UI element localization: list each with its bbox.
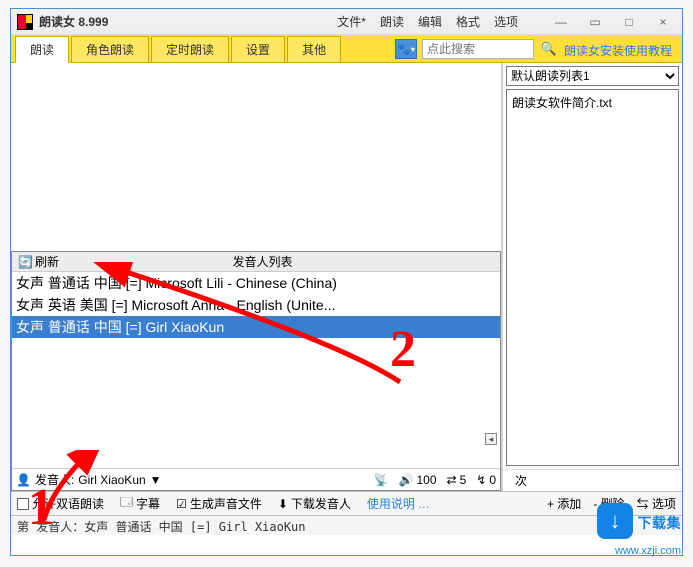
title-bar: 朗读女 8.999 文件* 朗读 编辑 格式 选项 — ▭ □ × (11, 9, 682, 35)
play-count-label: 次 (515, 472, 527, 489)
speed-icon: ⇄ (447, 473, 457, 487)
status-bar: 第 发音人：女声 普通话 中国 [=] Girl XiaoKun (11, 515, 682, 535)
menu-bar: 文件* 朗读 编辑 格式 选项 (337, 13, 518, 30)
options-button[interactable]: ⇆ 选项 (637, 495, 676, 512)
voice-bottom-bar: 👤 发音人:Girl XiaoKun ▼ 📡 🔊100 ⇄5 ↯0 (12, 468, 500, 490)
voice-panel-header: 🔄 刷新 发音人列表 (12, 252, 500, 272)
bottom-toolbar: 允许双语朗读 🗔 字幕 ☑ 生成声音文件 ⬇ 下载发音人 使用说明 … + 添加… (11, 491, 682, 515)
tab-other[interactable]: 其他 (287, 36, 341, 62)
person-icon: 👤 (16, 473, 31, 487)
broadcast-icon: 📡 (374, 473, 389, 487)
pitch-icon: ↯ (476, 473, 486, 487)
menu-options[interactable]: 选项 (494, 13, 518, 30)
window-controls: — ▭ □ × (548, 13, 676, 31)
close-button[interactable]: × (650, 13, 676, 31)
download-icon: ⬇ (278, 497, 288, 511)
app-window: 朗读女 8.999 文件* 朗读 编辑 格式 选项 — ▭ □ × 朗读 角色朗… (10, 8, 683, 556)
help-link[interactable]: 朗读女安装使用教程 (564, 42, 672, 59)
tab-bar: 朗读 角色朗读 定时朗读 设置 其他 🐾▾ 🔍 朗读女安装使用教程 (11, 35, 682, 63)
playlist[interactable]: 朗读女软件简介.txt (506, 89, 679, 466)
menu-file[interactable]: 文件* (337, 13, 366, 30)
speaker-icon: 🔊 (399, 473, 414, 487)
left-pane: 🔄 刷新 发音人列表 女声 普通话 中国 [=] Microsoft Lili … (11, 63, 502, 491)
refresh-button[interactable]: 🔄 刷新 (12, 253, 65, 270)
app-logo-icon (17, 14, 33, 30)
playlist-footer: 次 (503, 469, 682, 491)
current-voice-dropdown[interactable]: 👤 发音人:Girl XiaoKun ▼ (16, 471, 162, 488)
playlist-item[interactable]: 朗读女软件简介.txt (510, 93, 675, 112)
search-button[interactable]: 🔍 (538, 39, 560, 59)
delete-button[interactable]: - 删除 (593, 495, 624, 512)
search-input[interactable] (423, 42, 533, 56)
voice-panel: 🔄 刷新 发音人列表 女声 普通话 中国 [=] Microsoft Lili … (11, 251, 501, 491)
playlist-select[interactable]: 默认朗读列表1 (506, 66, 679, 86)
volume-control[interactable]: 🔊100 (399, 473, 437, 487)
app-title: 朗读女 8.999 (39, 13, 108, 30)
allow-dual-checkbox[interactable]: 允许双语朗读 (17, 495, 104, 512)
add-button[interactable]: + 添加 (547, 495, 581, 512)
checkbox-icon (17, 498, 29, 510)
text-editor[interactable] (11, 63, 501, 251)
tab-read[interactable]: 朗读 (15, 36, 69, 63)
paw-button[interactable]: 🐾▾ (395, 39, 417, 59)
voice-row[interactable]: 女声 英语 美国 [=] Microsoft Anna - English (U… (12, 294, 500, 316)
voice-panel-title: 发音人列表 (65, 253, 460, 270)
speed-control[interactable]: ⇄5 (447, 473, 467, 487)
usage-link[interactable]: 使用说明 … (367, 495, 430, 512)
right-pane: 默认朗读列表1 朗读女软件简介.txt 次 (502, 63, 682, 491)
collapse-pane-button[interactable]: ◂ (485, 433, 497, 445)
download-voice-button[interactable]: ⬇ 下载发音人 (278, 495, 351, 512)
minimize-button[interactable]: — (548, 13, 574, 31)
tab-settings[interactable]: 设置 (231, 36, 285, 62)
refresh-icon: 🔄 (18, 255, 33, 269)
voice-row[interactable]: 女声 普通话 中国 [=] Microsoft Lili - Chinese (… (12, 272, 500, 294)
pitch-control[interactable]: ↯0 (476, 473, 496, 487)
maximize-button[interactable]: □ (616, 13, 642, 31)
subtitle-button[interactable]: 🗔 字幕 (120, 493, 160, 514)
search-box[interactable] (422, 39, 534, 59)
voice-test-button[interactable]: 📡 (374, 473, 389, 487)
voice-list[interactable]: 女声 普通话 中国 [=] Microsoft Lili - Chinese (… (12, 272, 500, 468)
tray-button[interactable]: ▭ (582, 13, 608, 31)
voice-row-selected[interactable]: 女声 普通话 中国 [=] Girl XiaoKun (12, 316, 500, 338)
tab-timer[interactable]: 定时朗读 (151, 36, 229, 62)
menu-read[interactable]: 朗读 (380, 13, 404, 30)
menu-format[interactable]: 格式 (456, 13, 480, 30)
tab-role-read[interactable]: 角色朗读 (71, 36, 149, 62)
chevron-down-icon: ▼ (150, 473, 162, 487)
menu-edit[interactable]: 编辑 (418, 13, 442, 30)
gen-audio-button[interactable]: ☑ 生成声音文件 (176, 495, 262, 512)
